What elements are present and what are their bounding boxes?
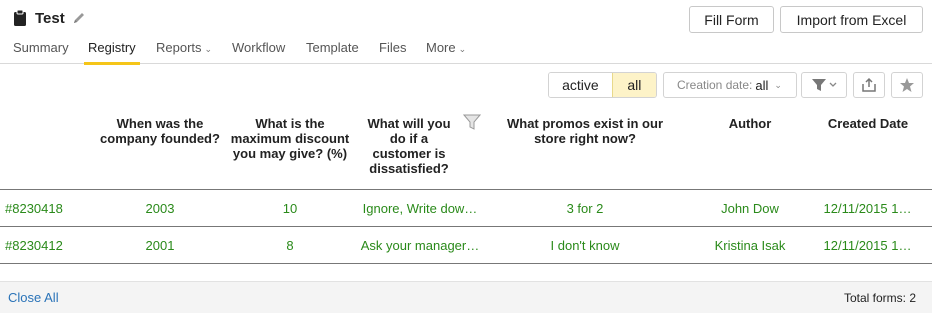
creation-date-filter[interactable]: Creation date: all ⌄ [663, 72, 797, 98]
cell-dissatisfied: Ask your manager… [360, 238, 480, 253]
chevron-down-icon: ⌄ [204, 44, 213, 54]
column-header-dissatisfied[interactable]: What will you do if a customer is dissat… [363, 116, 455, 176]
table-row[interactable]: #8230412 2001 8 Ask your manager… I don'… [0, 227, 932, 264]
cell-created-date: 12/11/2015 1… [823, 238, 912, 253]
funnel-icon[interactable] [463, 114, 481, 130]
toggle-active-button[interactable]: active [549, 73, 612, 97]
tab-more[interactable]: More ⌄ [426, 40, 466, 64]
tab-summary[interactable]: Summary [13, 40, 69, 64]
tab-reports[interactable]: Reports ⌄ [156, 40, 212, 64]
column-header-created-date[interactable]: Created Date [818, 116, 918, 131]
record-id-link[interactable]: #8230418 [5, 201, 63, 216]
footer: Close All Total forms: 2 [0, 281, 932, 313]
import-from-excel-button[interactable]: Import from Excel [780, 6, 923, 33]
column-header-founded[interactable]: When was the company founded? [96, 116, 224, 146]
column-header-promos[interactable]: What promos exist in our store right now… [498, 116, 672, 146]
column-header-discount[interactable]: What is the maximum discount you may giv… [228, 116, 352, 161]
table-row[interactable]: #8230418 2003 10 Ignore, Write dow… 3 fo… [0, 190, 932, 227]
tab-workflow[interactable]: Workflow [232, 40, 285, 64]
pencil-icon[interactable] [72, 11, 86, 25]
header: Test Fill Form Import from Excel [0, 0, 932, 36]
page-title: Test [35, 9, 65, 27]
status-toggle: active all [548, 72, 657, 98]
cell-dissatisfied: Ignore, Write dow… [362, 201, 478, 216]
filter-button[interactable] [801, 72, 847, 98]
column-header-author[interactable]: Author [700, 116, 800, 131]
cell-promos: I don't know [550, 238, 620, 253]
cell-author: Kristina Isak [714, 238, 786, 253]
close-all-link[interactable]: Close All [8, 290, 59, 305]
record-id-link[interactable]: #8230412 [5, 238, 63, 253]
cell-discount: 8 [286, 238, 294, 253]
creation-date-label: Creation date: [677, 78, 753, 92]
cell-discount: 10 [282, 201, 298, 216]
share-icon [862, 77, 876, 92]
fill-form-button[interactable]: Fill Form [689, 6, 774, 33]
clipboard-icon [14, 9, 26, 26]
cell-founded: 2003 [145, 201, 175, 216]
share-button[interactable] [853, 72, 885, 98]
cell-founded: 2001 [145, 238, 175, 253]
tab-bar: Summary Registry Reports ⌄ Workflow Templ… [0, 38, 932, 65]
tab-template[interactable]: Template [306, 40, 359, 64]
cell-author: John Dow [721, 201, 779, 216]
cell-promos: 3 for 2 [566, 201, 604, 216]
cell-created-date: 12/11/2015 1… [823, 201, 912, 216]
toggle-all-button[interactable]: all [611, 73, 656, 97]
star-icon [900, 78, 914, 92]
total-forms-count: Total forms: 2 [843, 291, 916, 305]
chevron-down-icon: ⌄ [774, 79, 782, 90]
filter-icon [812, 79, 837, 91]
favorite-button[interactable] [891, 72, 923, 98]
creation-date-value: all [755, 77, 769, 93]
title-wrap: Test [13, 9, 86, 27]
tab-files[interactable]: Files [379, 40, 406, 64]
chevron-down-icon: ⌄ [458, 44, 467, 54]
tab-registry[interactable]: Registry [84, 40, 140, 65]
